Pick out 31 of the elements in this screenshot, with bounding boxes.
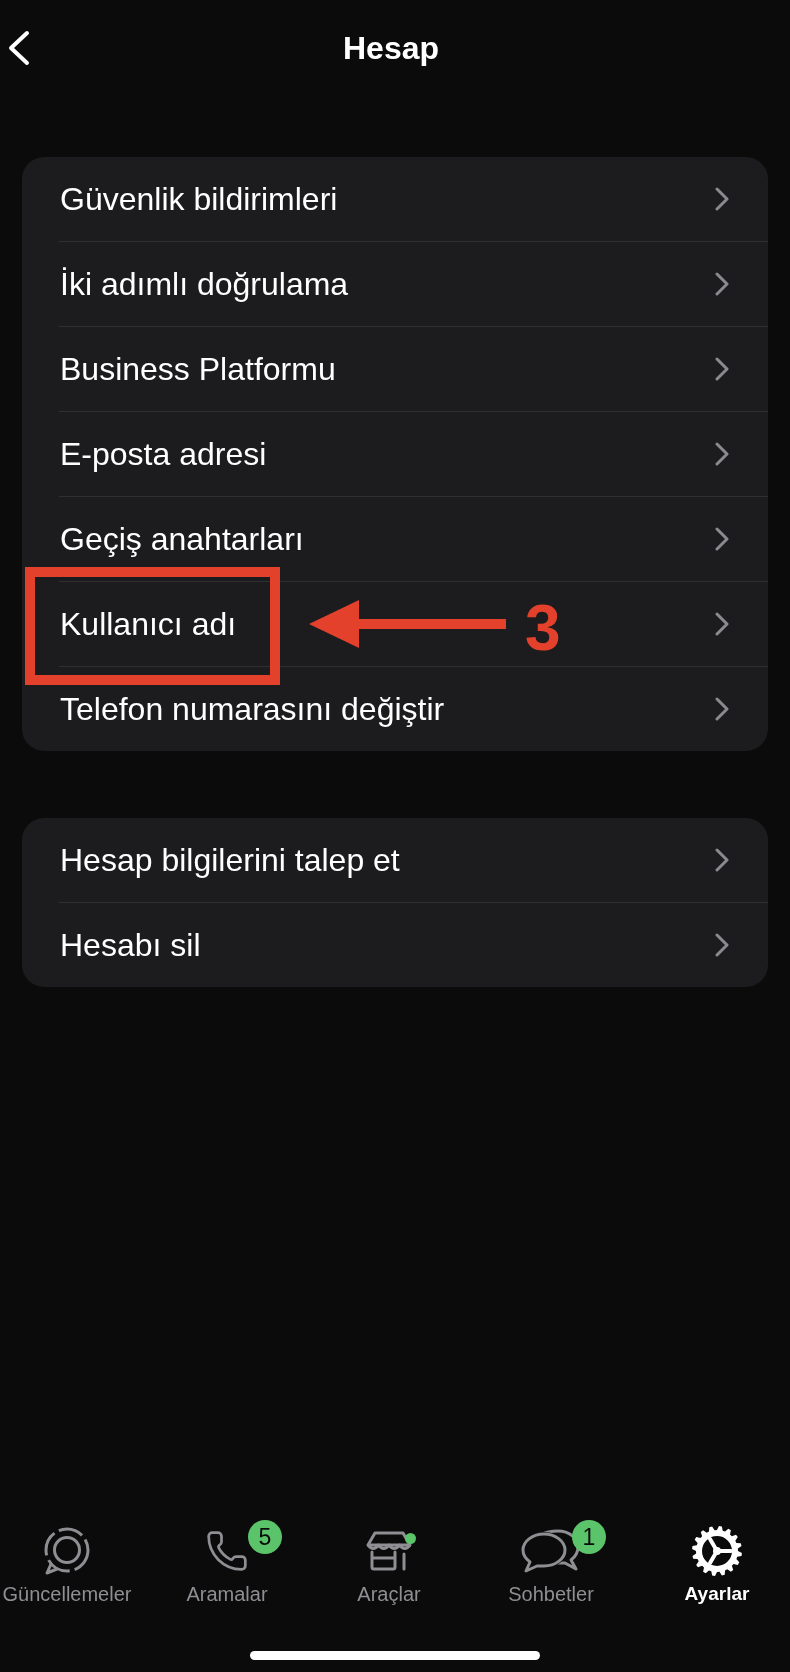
tab[interactable]: Ayarlar xyxy=(684,1525,750,1606)
phone-icon xyxy=(205,1529,249,1573)
chevron-left-icon xyxy=(8,30,30,66)
settings-row[interactable]: İki adımlı doğrulama xyxy=(22,242,768,326)
settings-row[interactable]: Geçiş anahtarları xyxy=(22,497,768,581)
settings-row[interactable]: Güvenlik bildirimleri xyxy=(22,157,768,241)
settings-row[interactable]: Hesabı sil xyxy=(22,903,768,987)
settings-row[interactable]: Business Platformu xyxy=(22,327,768,411)
chevron-right-icon xyxy=(715,848,729,872)
chevron-right-icon xyxy=(715,272,729,296)
chevron-right-icon xyxy=(715,442,729,466)
count-badge: 1 xyxy=(572,1520,606,1554)
store-icon xyxy=(365,1530,413,1572)
chat-bubbles-icon xyxy=(521,1528,581,1574)
chevron-right-icon xyxy=(715,933,729,957)
tab[interactable]: Araçlar xyxy=(357,1525,421,1606)
count-badge: 5 xyxy=(248,1520,282,1554)
chevron-right-icon xyxy=(715,612,729,636)
status-ring-icon xyxy=(42,1527,92,1575)
chevron-right-icon xyxy=(715,697,729,721)
tab[interactable]: Güncellemeler xyxy=(2,1525,132,1606)
settings-row[interactable]: Hesap bilgilerini talep et xyxy=(22,818,768,902)
page-title: Hesap xyxy=(341,29,440,68)
settings-row[interactable]: E-posta adresi xyxy=(22,412,768,496)
chevron-right-icon xyxy=(715,187,729,211)
settings-row[interactable]: Telefon numarasını değiştir xyxy=(22,667,768,751)
back-button[interactable] xyxy=(6,28,32,68)
chevron-right-icon xyxy=(715,357,729,381)
chevron-right-icon xyxy=(715,527,729,551)
settings-icon xyxy=(691,1525,743,1577)
callout-number: 3 xyxy=(525,596,561,660)
